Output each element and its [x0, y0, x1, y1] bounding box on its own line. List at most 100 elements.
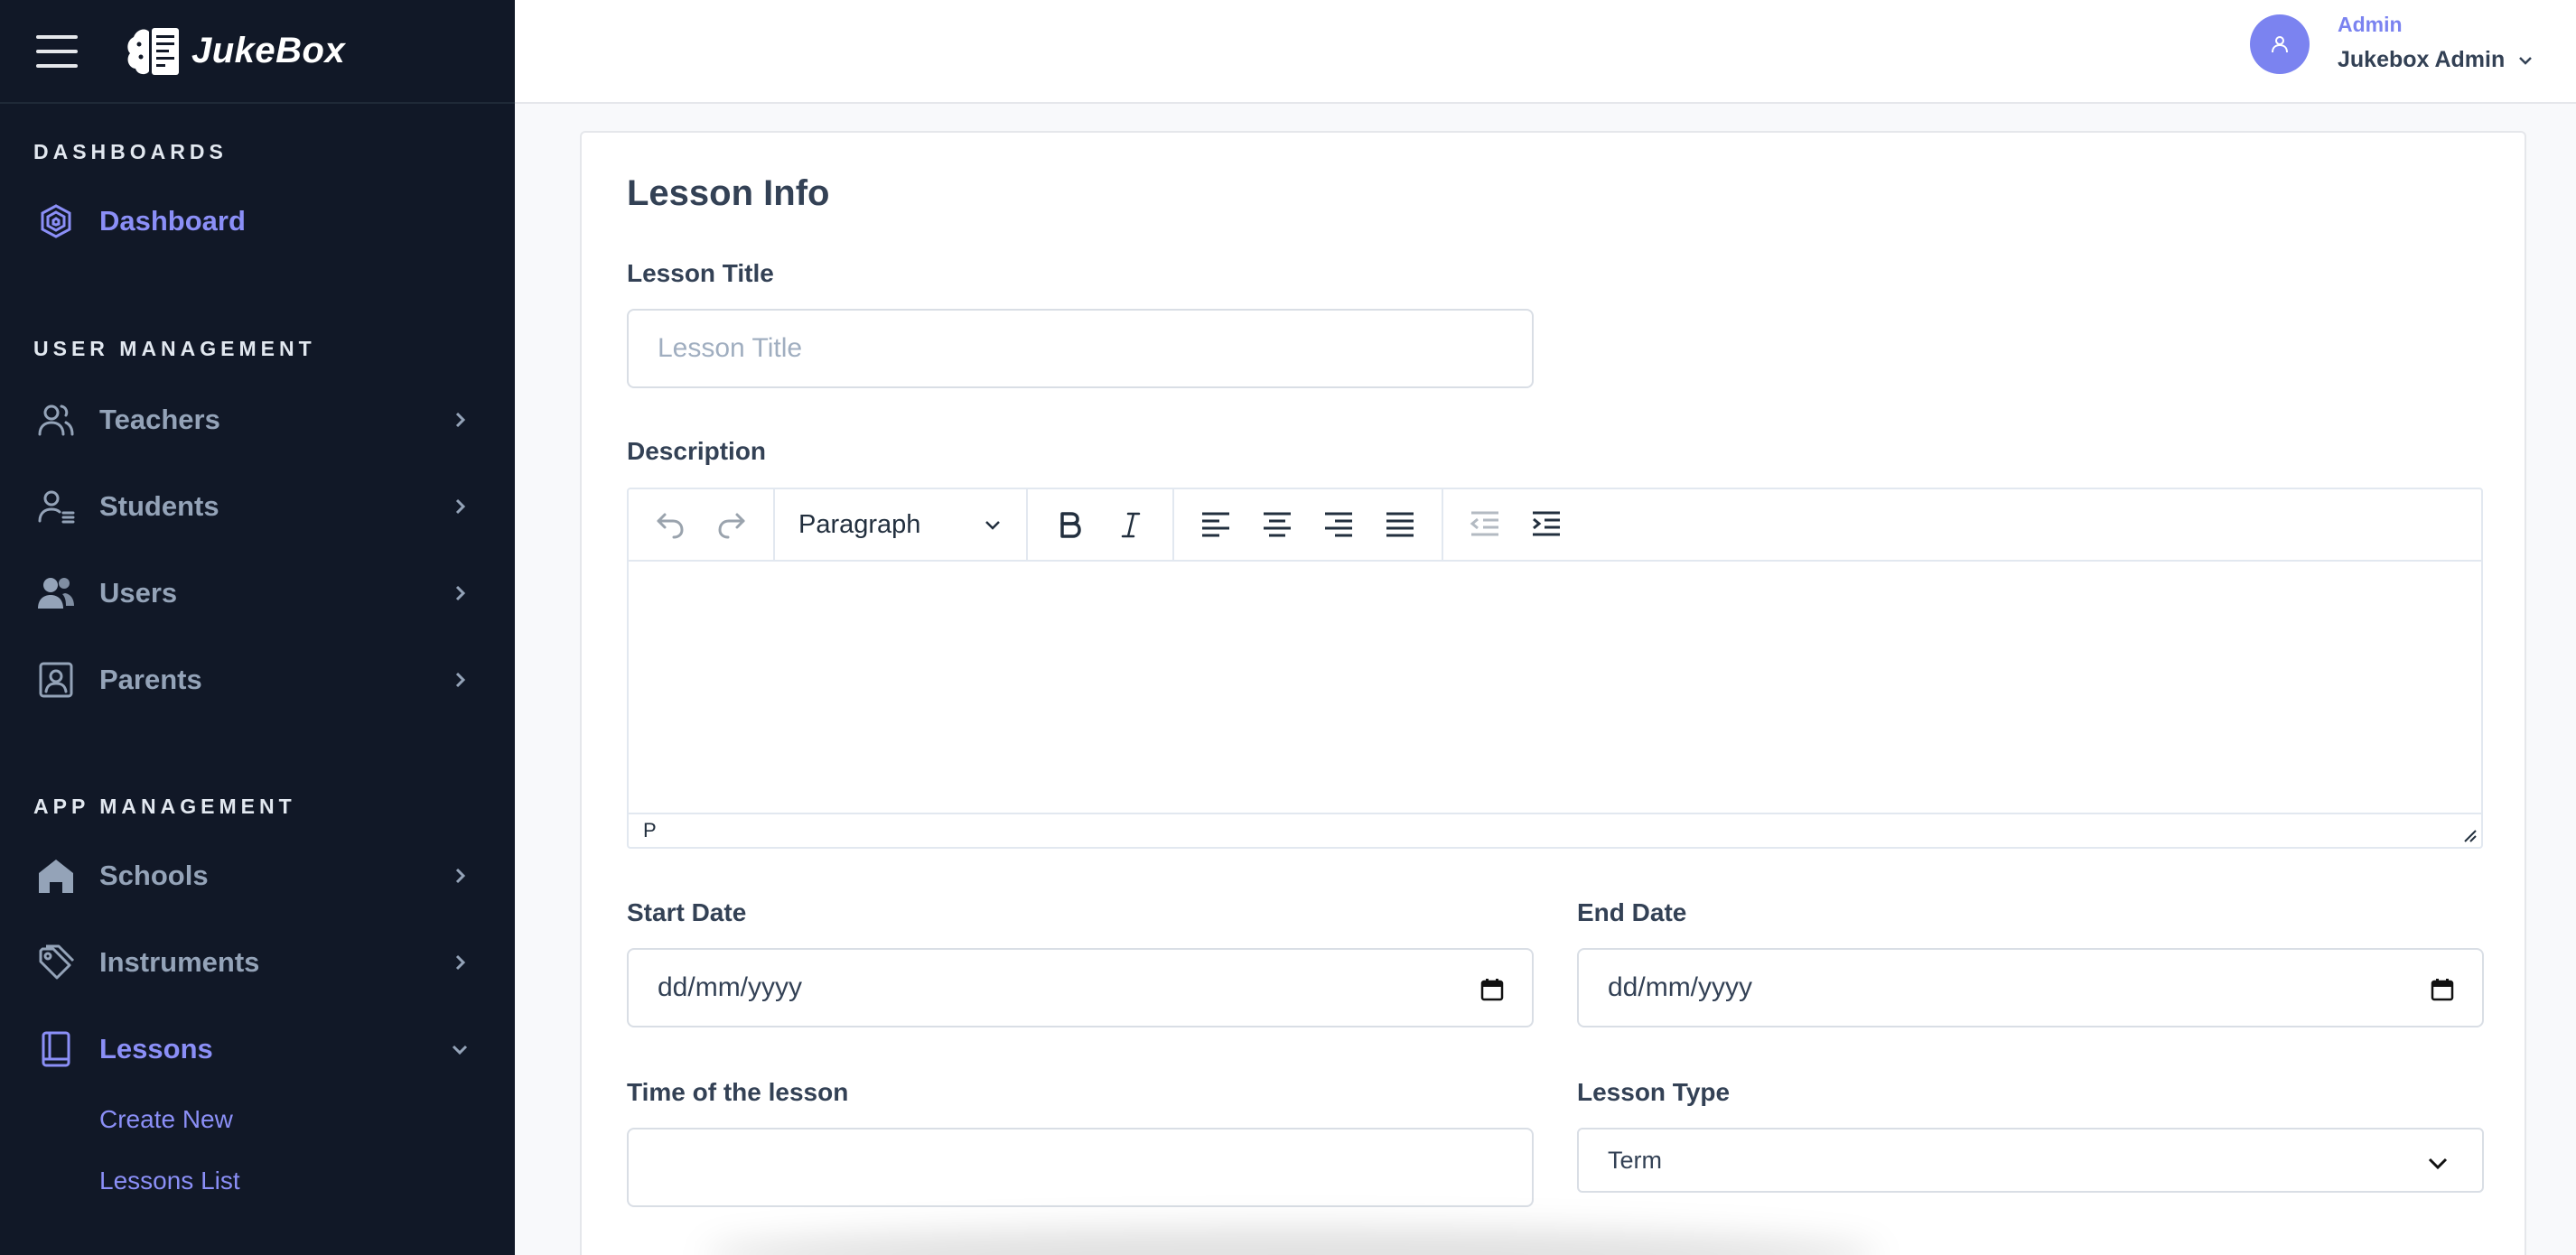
chevron-down-icon [452, 1045, 468, 1055]
lesson-type-select[interactable]: Term [1577, 1128, 2484, 1193]
history-group [629, 488, 775, 561]
bold-icon [1060, 512, 1081, 538]
align-right-icon [1325, 512, 1352, 537]
users-fill-icon [36, 573, 76, 613]
align-center-button[interactable] [1246, 497, 1308, 552]
sidebar-subitem-lessons-list[interactable]: Lessons List [99, 1167, 240, 1195]
undo-button[interactable] [639, 497, 701, 552]
chevron-right-icon [455, 412, 466, 428]
chevron-down-icon [2519, 56, 2533, 65]
element-path[interactable]: P [643, 819, 657, 841]
page-title: Lesson Info [627, 173, 830, 213]
sidebar-item-label: Users [99, 577, 178, 609]
users-icon [36, 400, 76, 440]
user-menu-button[interactable]: Jukebox Admin [2338, 47, 2534, 73]
block-format-select[interactable]: Paragraph [786, 510, 1015, 540]
sidebar-subitem-create-new[interactable]: Create New [99, 1105, 233, 1134]
sidebar-item-parents[interactable]: Parents [0, 648, 515, 711]
formatting-group [1028, 488, 1174, 561]
block-format-group: Paragraph [775, 488, 1028, 561]
sidebar-item-teachers[interactable]: Teachers [0, 388, 515, 451]
sidebar-item-label: Parents [99, 664, 202, 695]
chevron-down-icon [2428, 1157, 2448, 1170]
dashboard-icon [36, 201, 76, 241]
lesson-title-label: Lesson Title [627, 259, 774, 287]
end-date-input[interactable]: dd/mm/yyyy [1577, 948, 2484, 1027]
end-date-value: dd/mm/yyyy [1608, 972, 1753, 1002]
align-justify-button[interactable] [1369, 497, 1431, 552]
avatar[interactable] [2250, 14, 2310, 74]
section-user-management: USER MANAGEMENT [33, 337, 316, 360]
user-icon [2272, 36, 2288, 53]
menu-toggle-button[interactable] [36, 34, 78, 68]
sidebar-header: JukeBox [0, 0, 515, 104]
start-date-value: dd/mm/yyyy [658, 972, 803, 1002]
undo-icon [657, 513, 684, 539]
outdent-icon [1470, 511, 1498, 536]
chevron-right-icon [455, 585, 466, 601]
chevron-right-icon [455, 868, 466, 884]
id-badge-icon [36, 660, 76, 700]
sidebar-item-instruments[interactable]: Instruments [0, 931, 515, 994]
lesson-title-placeholder: Lesson Title [658, 333, 803, 363]
sidebar-item-lessons[interactable]: Lessons [0, 1018, 515, 1081]
italic-icon [1121, 512, 1141, 538]
editor-content-area[interactable] [629, 562, 2481, 814]
block-format-value: Paragraph [798, 509, 921, 539]
editor-toolbar: Paragraph [629, 488, 2481, 562]
lesson-info-card: Lesson Info Lesson Title Lesson Title De… [580, 131, 2526, 1255]
align-center-icon [1264, 512, 1291, 537]
description-label: Description [627, 437, 767, 465]
indent-button[interactable] [1516, 497, 1577, 552]
align-right-button[interactable] [1308, 497, 1369, 552]
outdent-button[interactable] [1454, 497, 1516, 552]
topbar: Admin Jukebox Admin [515, 0, 2576, 104]
calendar-icon[interactable] [2430, 977, 2455, 1002]
end-date-label: End Date [1577, 898, 1687, 926]
lesson-time-label: Time of the lesson [627, 1078, 849, 1106]
align-justify-icon [1386, 512, 1414, 537]
book-icon [36, 1029, 76, 1069]
align-left-icon [1202, 512, 1229, 537]
sidebar-item-users[interactable]: Users [0, 562, 515, 625]
start-date-input[interactable]: dd/mm/yyyy [627, 948, 1534, 1027]
section-dashboards: DASHBOARDS [33, 140, 228, 163]
sidebar-item-label: Instruments [99, 946, 260, 978]
home-icon [36, 856, 76, 896]
indent-icon [1533, 511, 1560, 536]
description-editor: Paragraph P [627, 488, 2483, 849]
sidebar-item-label: Teachers [99, 404, 220, 435]
logo-icon [127, 27, 179, 75]
calendar-icon[interactable] [1479, 977, 1505, 1002]
app-logo[interactable]: JukeBox [121, 19, 345, 84]
sidebar-item-students[interactable]: Students [0, 475, 515, 538]
sidebar-item-label: Students [99, 490, 219, 522]
sidebar-item-schools[interactable]: Schools [0, 844, 515, 907]
lesson-type-value: Term [1608, 1146, 1662, 1174]
chevron-down-icon [985, 521, 1000, 530]
bold-button[interactable] [1039, 497, 1100, 552]
alignment-group [1174, 488, 1443, 561]
section-app-management: APP MANAGEMENT [33, 795, 296, 818]
user-role: Admin [2338, 13, 2403, 36]
tag-icon [36, 943, 76, 982]
lesson-type-label: Lesson Type [1577, 1078, 1731, 1106]
chevron-right-icon [455, 954, 466, 971]
start-date-label: Start Date [627, 898, 747, 926]
editor-statusbar: P [629, 813, 2481, 847]
chevron-right-icon [455, 498, 466, 515]
sidebar-item-label: Lessons [99, 1033, 213, 1064]
sidebar-item-label: Schools [99, 860, 209, 891]
chevron-right-icon [455, 672, 466, 688]
resize-handle-icon[interactable] [2461, 827, 2478, 843]
redo-icon [718, 513, 745, 539]
align-left-button[interactable] [1185, 497, 1246, 552]
user-name: Jukebox Admin [2338, 47, 2506, 72]
user-list-icon [36, 487, 76, 526]
sidebar-item-label: Dashboard [99, 205, 246, 237]
lesson-time-input[interactable] [627, 1128, 1534, 1207]
sidebar-item-dashboard[interactable]: Dashboard [0, 190, 515, 253]
italic-button[interactable] [1100, 497, 1162, 552]
lesson-title-input[interactable]: Lesson Title [627, 309, 1534, 388]
redo-button[interactable] [701, 497, 762, 552]
